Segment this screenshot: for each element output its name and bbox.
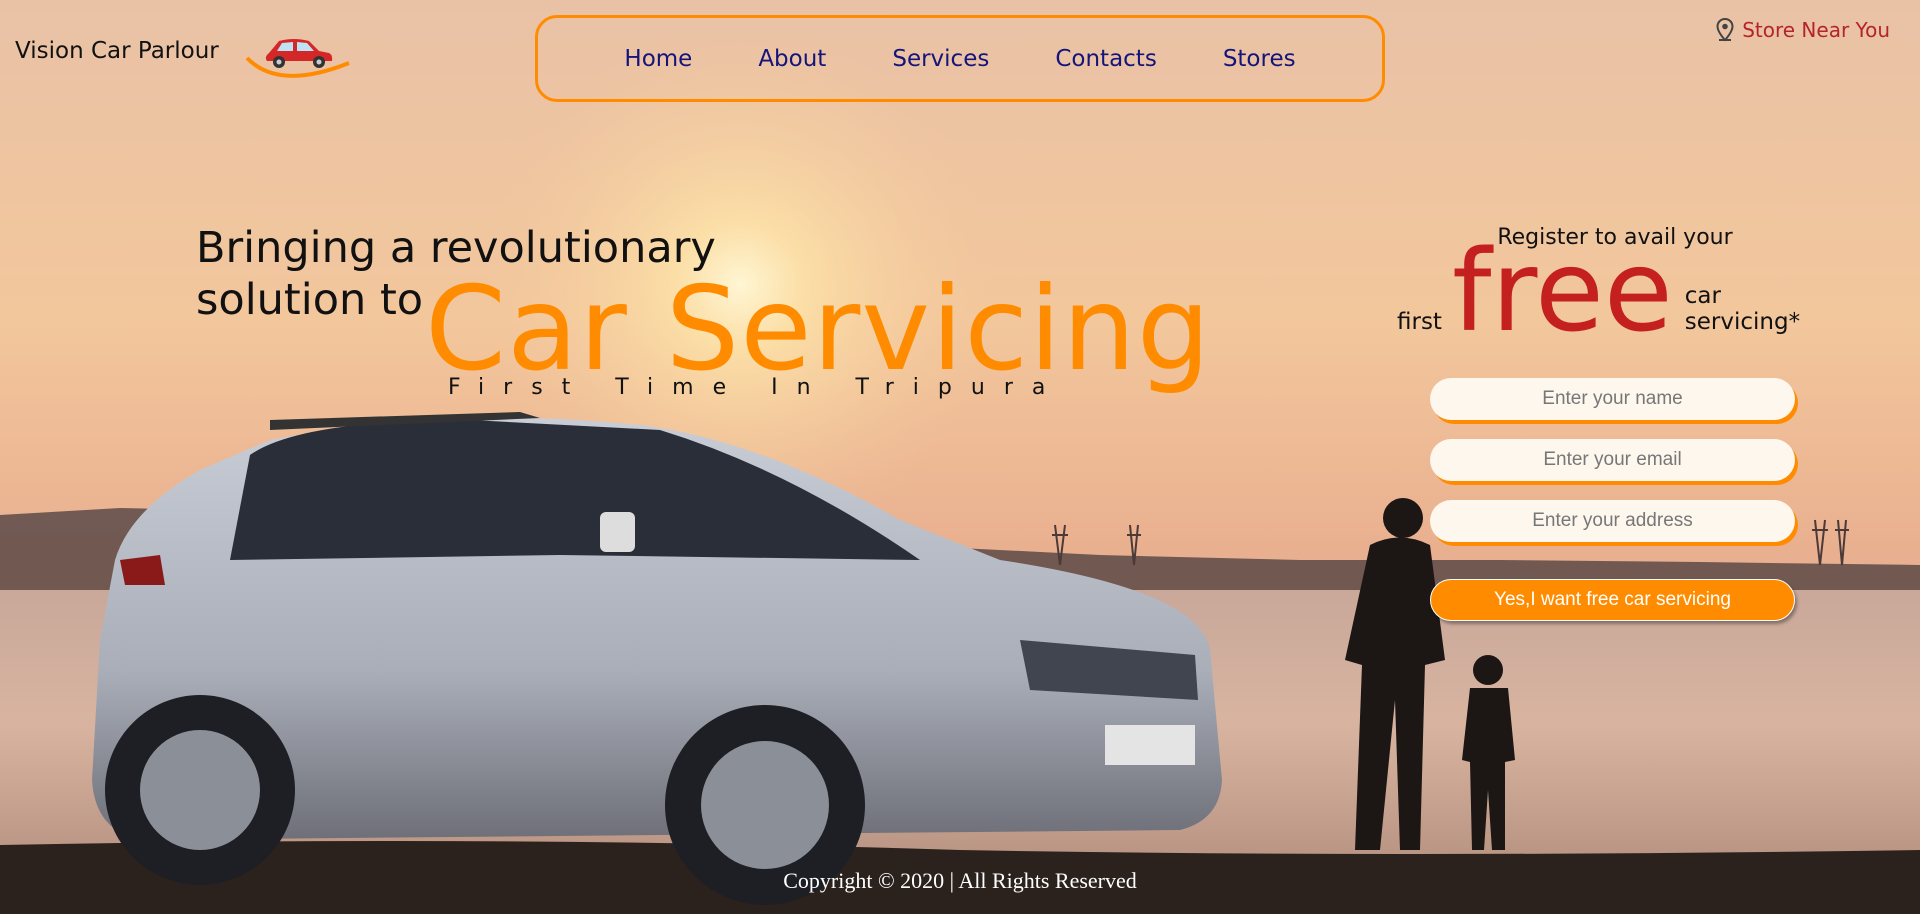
footer-copyright: Copyright © 2020 | All Rights Reserved [783,868,1137,893]
address-input[interactable] [1430,500,1795,542]
nav-contacts[interactable]: Contacts [1055,46,1156,72]
email-input[interactable] [1430,439,1795,481]
car-icon [245,39,350,78]
free-servicing-submit-button[interactable]: Yes,I want free car servicing [1430,579,1795,621]
store-near-you-link[interactable]: Store Near You [1716,18,1890,42]
nav-services[interactable]: Services [892,46,989,72]
location-pin-icon [1716,18,1734,42]
brand-logo[interactable]: Vision Car Parlour [15,26,359,78]
hero-highlight: Car Servicing [425,262,1212,397]
register-suffix: car servicing* [1684,283,1801,335]
register-free: free [1451,227,1673,357]
register-first: first [1397,309,1442,335]
hero-tagline: First Time In Tripura [448,375,1065,400]
register-heading: Register to avail your first free car se… [1397,225,1827,357]
brand-name: Vision Car Parlour [15,38,219,64]
register-offer: first free car servicing* [1397,227,1827,357]
main-nav: Home About Services Contacts Stores [535,15,1385,102]
nav-stores[interactable]: Stores [1223,46,1296,72]
nav-about[interactable]: About [758,46,826,72]
nav-home[interactable]: Home [624,46,692,72]
store-near-you-label: Store Near You [1742,18,1890,42]
name-input[interactable] [1430,378,1795,420]
